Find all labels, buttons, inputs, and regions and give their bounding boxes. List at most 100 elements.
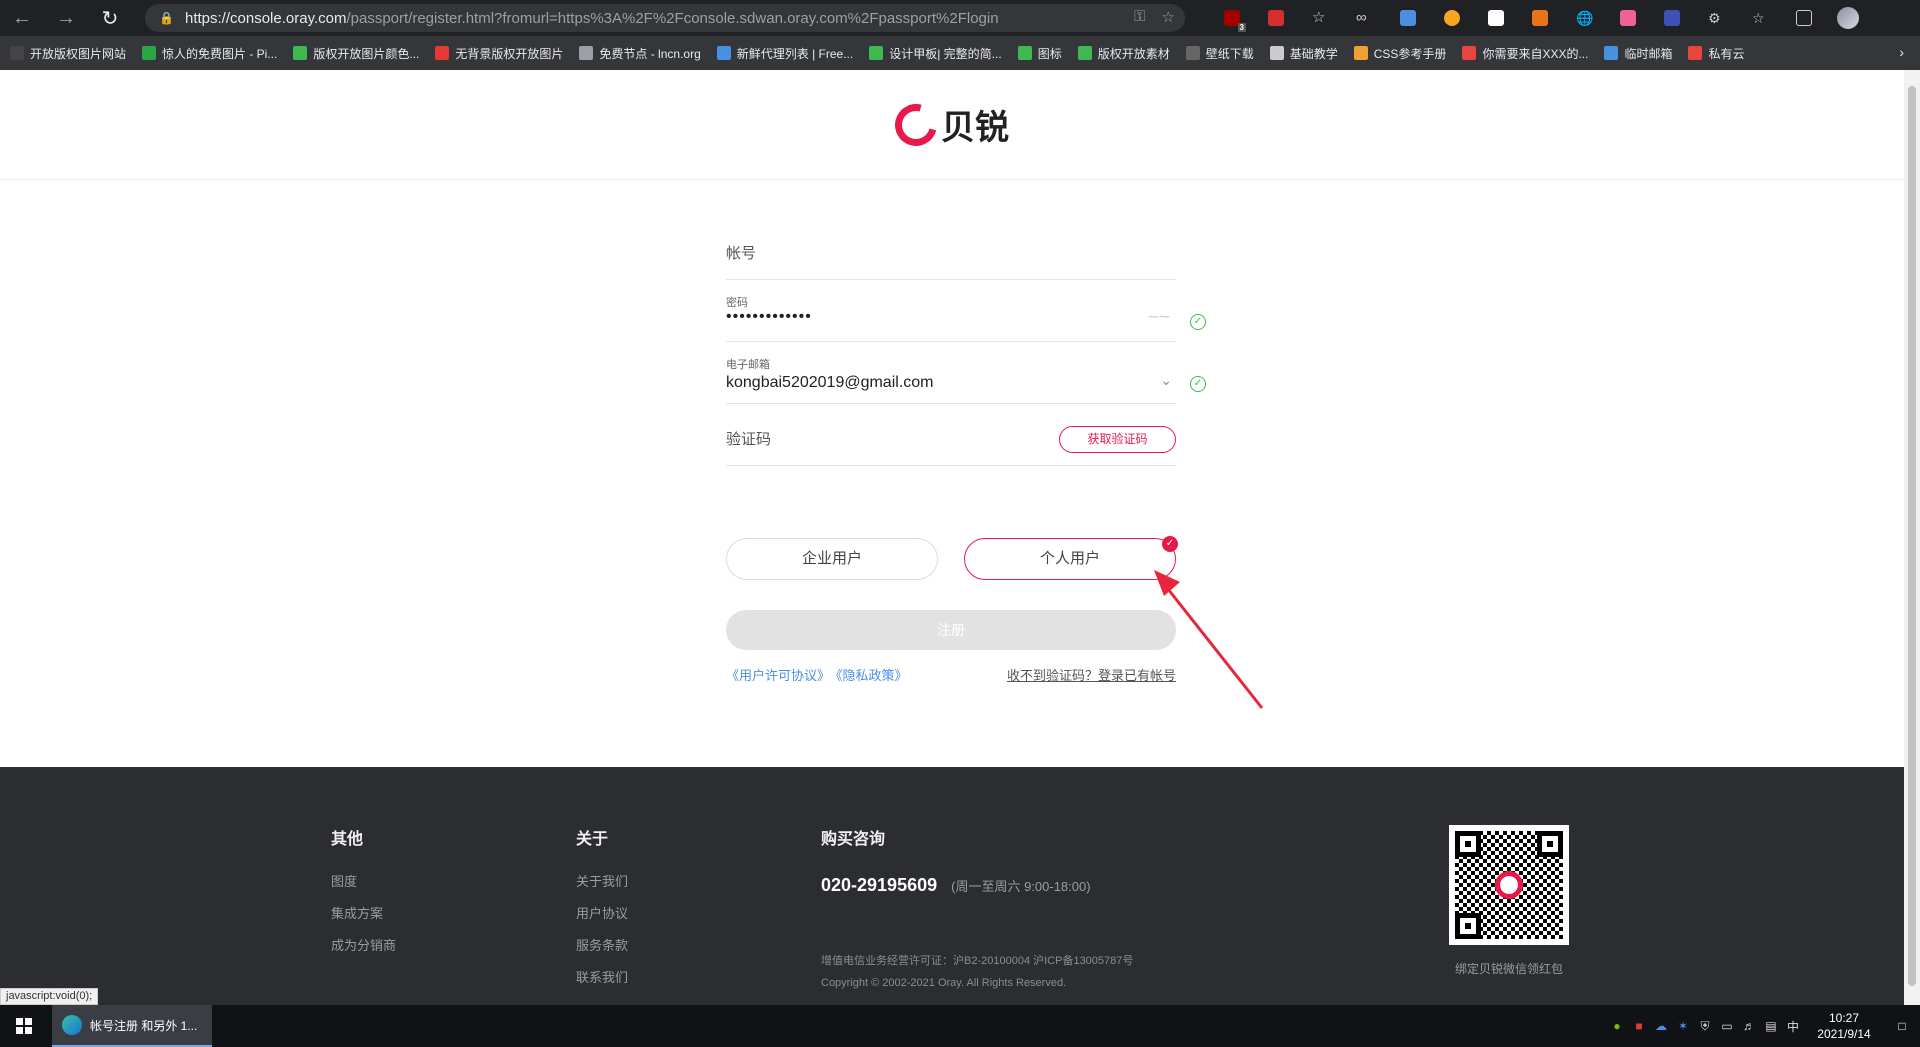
bookmark-item[interactable]: 惊人的免费图片 - Pi... xyxy=(142,45,277,62)
footer-copyright: Copyright © 2002-2021 Oray. All Rights R… xyxy=(821,977,1067,989)
bookmark-label: 无背景版权开放图片 xyxy=(455,46,564,61)
url-path: /passport/register.html?fromurl=https%3A… xyxy=(346,9,999,27)
email-field[interactable]: 电子邮箱 kongbai5202019@gmail.com ⌄ ✓ xyxy=(726,342,1206,404)
red-extension-icon[interactable] xyxy=(1254,0,1298,36)
bookmark-item[interactable]: 开放版权图片网站 xyxy=(10,45,126,62)
bookmarks-overflow-icon[interactable]: › xyxy=(1899,44,1904,60)
extensions-area: 3 ☆ ∞ 🌐 ⚙ ☆ xyxy=(1210,0,1870,36)
bookmark-item[interactable]: 基础教学 xyxy=(1269,45,1338,62)
footer-link-terms[interactable]: 服务条款 xyxy=(576,939,628,971)
bookmark-item[interactable]: 临时邮箱 xyxy=(1604,45,1672,62)
bookmark-label: 版权开放图片颜色... xyxy=(313,46,420,61)
infinity-extension-icon[interactable]: ∞ xyxy=(1342,0,1386,36)
bookmark-item[interactable]: CSS参考手册 xyxy=(1353,45,1446,62)
bookmark-item[interactable]: 版权开放图片颜色... xyxy=(293,45,419,62)
footer-link-user-agreement[interactable]: 用户协议 xyxy=(576,907,628,939)
privacy-link[interactable]: 《隐私政策》 xyxy=(836,668,908,683)
key-icon[interactable]: ⚿ xyxy=(1134,8,1145,26)
taskbar-window-label: 帐号注册 和另外 1... xyxy=(90,1018,198,1033)
profile-avatar[interactable] xyxy=(1826,0,1870,36)
bookmark-item[interactable]: 图标 xyxy=(1017,45,1062,62)
bookmark-item[interactable]: 你需要来自XXX的... xyxy=(1462,45,1588,62)
security-tray-icon[interactable]: ⛨ xyxy=(1694,1019,1716,1034)
collections-icon[interactable] xyxy=(1782,0,1826,36)
puzzle-icon[interactable]: ⚙ xyxy=(1694,0,1738,36)
network-icon[interactable]: ▤ xyxy=(1760,1019,1782,1033)
system-clock[interactable]: 10:27 2021/9/14 xyxy=(1804,1010,1884,1042)
nvidia-tray-icon[interactable]: ● xyxy=(1606,1019,1628,1033)
bookmark-favicon-icon xyxy=(1185,46,1200,60)
favorite-add-icon[interactable]: ☆ xyxy=(1162,8,1175,26)
footer-link-tudu[interactable]: 图度 xyxy=(331,875,396,907)
account-field[interactable]: 帐号 xyxy=(726,218,1176,280)
chart-extension-icon[interactable] xyxy=(1474,0,1518,36)
register-button[interactable]: 注册 xyxy=(726,610,1176,650)
lock-icon[interactable]: 🔒 xyxy=(159,11,174,25)
forward-icon[interactable]: → xyxy=(44,0,88,36)
footer-link-solutions[interactable]: 集成方案 xyxy=(331,907,396,939)
favorites-icon[interactable]: ☆ xyxy=(1738,0,1782,36)
battery-icon[interactable]: ▭ xyxy=(1716,1019,1738,1033)
footer-col-purchase: 购买咨询 020-29195609 (周一至周六 9:00-18:00) 增值电信… xyxy=(821,825,1133,994)
globe-extension-icon[interactable]: 🌐 xyxy=(1562,0,1606,36)
logo-mark-icon xyxy=(887,95,945,154)
ime-indicator[interactable]: 中 xyxy=(1782,1018,1804,1035)
cat-extension-icon[interactable] xyxy=(1606,0,1650,36)
bluetooth-icon[interactable]: ✶ xyxy=(1672,1019,1694,1033)
verification-code-field[interactable]: 验证码 获取验证码 xyxy=(726,404,1176,466)
back-icon[interactable]: ← xyxy=(0,0,44,36)
bookmark-favicon-icon xyxy=(293,46,308,60)
bookmark-favicon-icon xyxy=(142,46,157,60)
taskbar-edge-window[interactable]: 帐号注册 和另外 1... xyxy=(52,1005,212,1047)
shield-extension-icon[interactable] xyxy=(1650,0,1694,36)
account-placeholder: 帐号 xyxy=(726,245,757,262)
bookmark-item[interactable]: 无背景版权开放图片 xyxy=(435,45,563,62)
personal-user-option[interactable]: 个人用户 ✓ xyxy=(964,536,1178,580)
bookmark-favicon-icon xyxy=(1604,46,1619,60)
bookmark-item[interactable]: 私有云 xyxy=(1688,45,1744,62)
status-bar-link: javascript:void(0); xyxy=(0,988,99,1005)
enterprise-user-option[interactable]: 企业用户 xyxy=(726,538,938,580)
reload-icon[interactable]: ↻ xyxy=(88,0,132,36)
footer-license: 增值电信业务经营许可证：沪B2-20100004 沪ICP备13005787号 xyxy=(821,955,1134,967)
extension-badge: 3 xyxy=(1237,23,1246,32)
windows-start-icon[interactable] xyxy=(0,1005,48,1047)
chevron-down-icon[interactable]: ⌄ xyxy=(1160,372,1172,389)
brand-logo[interactable]: 贝锐 xyxy=(887,95,1009,154)
bookmark-item[interactable]: 新鲜代理列表 | Free... xyxy=(716,45,853,62)
vpn-tray-icon[interactable]: ■ xyxy=(1628,1019,1650,1033)
orange-extension-icon[interactable] xyxy=(1430,0,1474,36)
bookmark-item[interactable]: 免费节点 - lncn.org xyxy=(579,45,701,62)
get-code-button[interactable]: 获取验证码 xyxy=(1059,426,1176,453)
url-text[interactable]: https://console.oray.com/passport/regist… xyxy=(185,10,999,27)
page-scrollbar[interactable] xyxy=(1904,70,1920,1005)
scrollbar-thumb[interactable] xyxy=(1908,86,1916,986)
bookmark-favicon-icon xyxy=(1353,46,1368,60)
address-bar[interactable]: 🔒 https://console.oray.com/passport/regi… xyxy=(145,4,1185,32)
qr-logo-icon xyxy=(1495,871,1523,899)
password-value: ••••••••••••• xyxy=(726,308,812,325)
blue-extension-icon[interactable] xyxy=(1386,0,1430,36)
personal-user-label: 个人用户 xyxy=(1039,550,1100,567)
bookmark-item[interactable]: 壁纸下载 xyxy=(1185,45,1254,62)
footer-link-about-us[interactable]: 关于我们 xyxy=(576,875,628,907)
bookmark-label: 惊人的免费图片 - Pi... xyxy=(162,46,278,61)
notification-icon[interactable]: □ xyxy=(1884,1019,1920,1033)
bookmark-favicon-icon xyxy=(1462,46,1477,60)
volume-icon[interactable]: ♬ xyxy=(1738,1019,1760,1033)
fox-extension-icon[interactable] xyxy=(1518,0,1562,36)
bookmark-label: 私有云 xyxy=(1708,46,1745,61)
terms-link[interactable]: 《用户许可协议》 xyxy=(726,668,830,683)
ublock-extension-icon[interactable]: 3 xyxy=(1210,0,1254,36)
bookmark-item[interactable]: 设计甲板| 完整的简... xyxy=(869,45,1002,62)
eye-closed-icon[interactable]: ⁓⁓ xyxy=(1148,310,1170,323)
cloud-tray-icon[interactable]: ☁ xyxy=(1650,1019,1672,1033)
clock-time: 10:27 xyxy=(1828,1011,1860,1025)
footer-phone: 020-29195609 xyxy=(821,875,938,895)
footer-link-contact[interactable]: 联系我们 xyxy=(576,971,628,1003)
password-field[interactable]: 密码 ••••••••••••• ⁓⁓ ✓ xyxy=(726,280,1206,342)
footer-link-distributor[interactable]: 成为分销商 xyxy=(331,939,396,971)
footer-col-other: 其他 图度 集成方案 成为分销商 xyxy=(331,825,396,971)
bookmark-item[interactable]: 版权开放素材 xyxy=(1077,45,1170,62)
star-extension-icon[interactable]: ☆ xyxy=(1298,0,1342,36)
